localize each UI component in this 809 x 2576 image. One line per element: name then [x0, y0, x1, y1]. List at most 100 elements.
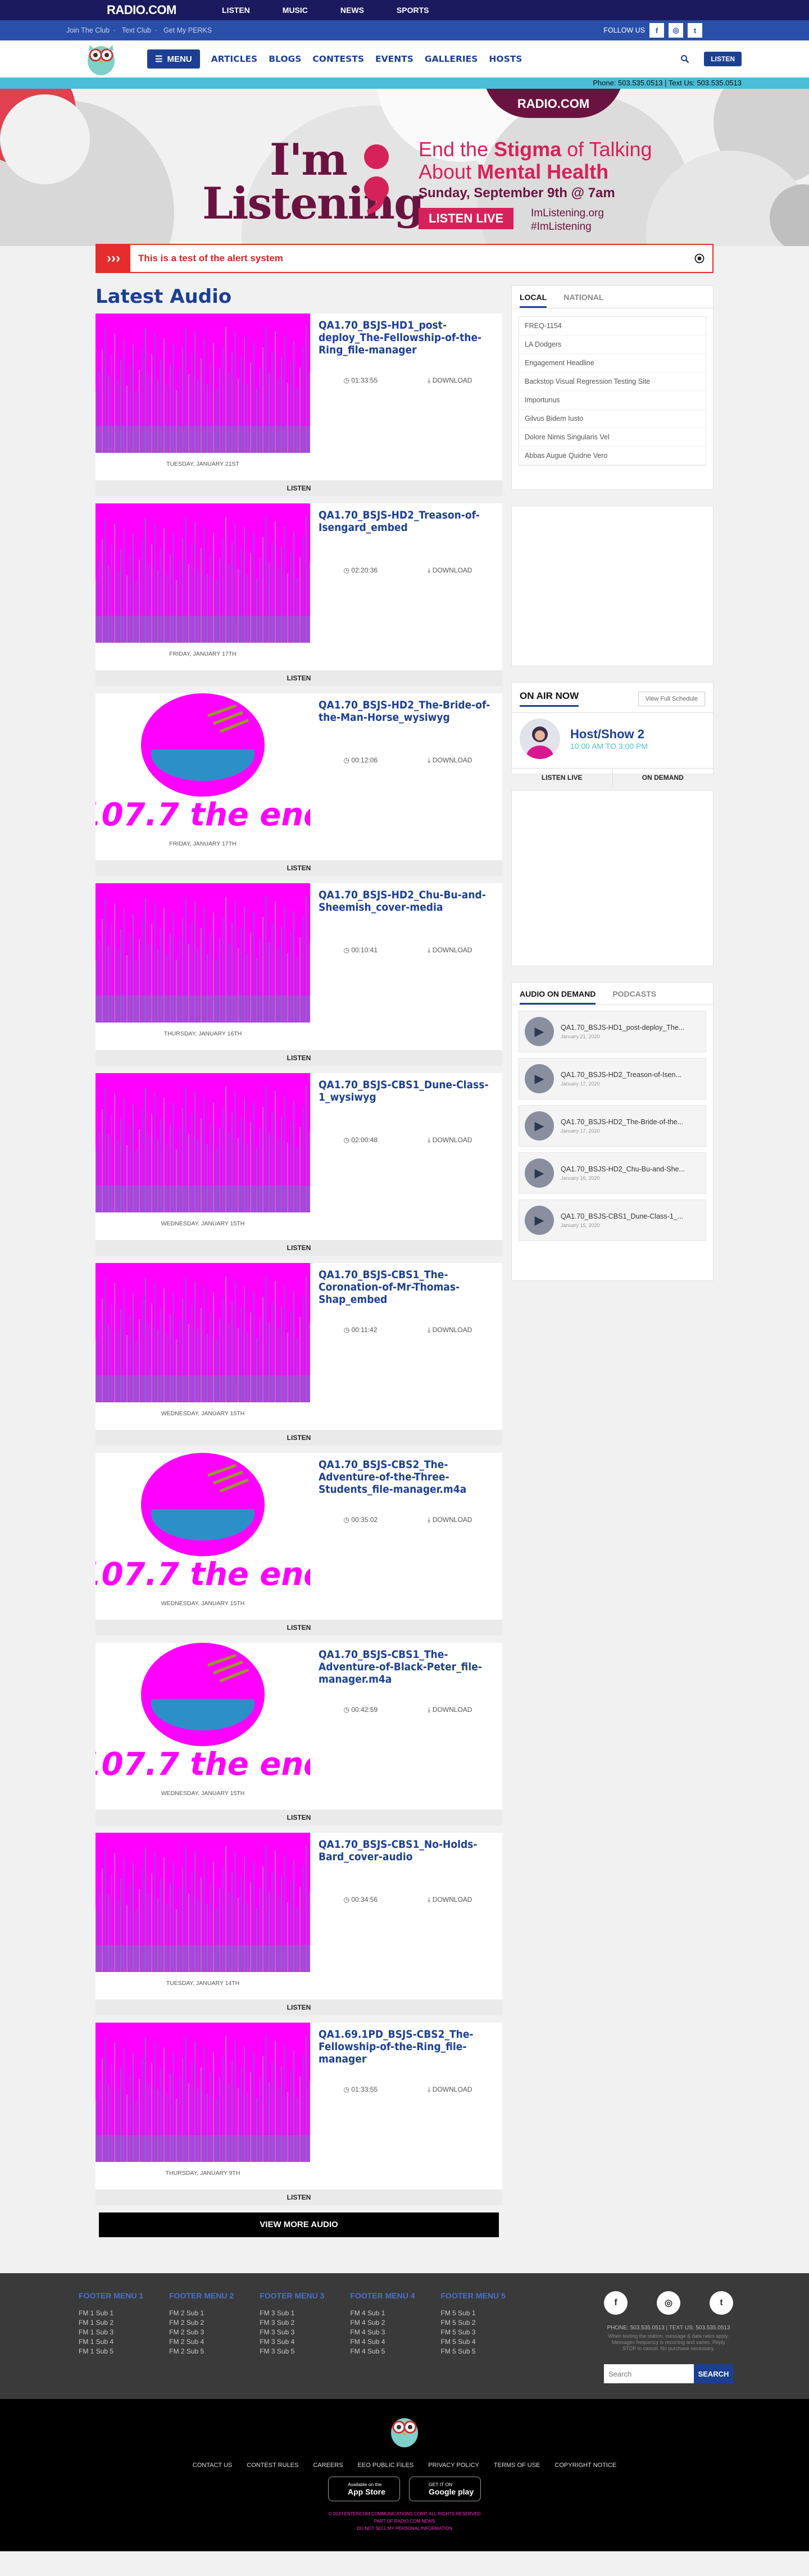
instagram-icon[interactable]: ◎ [657, 2291, 680, 2315]
nav-hosts[interactable]: HOSTS [489, 54, 522, 64]
footer-menu-item[interactable]: FM 1 Sub 4 [79, 2337, 143, 2347]
audio-thumbnail[interactable] [96, 503, 310, 643]
facebook-icon[interactable]: f [604, 2291, 628, 2315]
radio-com-logo[interactable]: RADIO.COM [107, 3, 222, 17]
download-link[interactable]: ⤓ DOWNLOAD [428, 1516, 472, 1524]
audio-card[interactable]: FRIDAY, JANUARY 17TH QA1.70_BSJS-HD2_Trea… [96, 503, 502, 686]
menu-button[interactable]: ☰ MENU [147, 49, 200, 69]
download-link[interactable]: ⤓ DOWNLOAD [428, 1326, 472, 1334]
top-nav-listen[interactable]: LISTEN [222, 6, 250, 15]
text-club-link[interactable]: Text Club [122, 26, 151, 34]
footer-menu-heading[interactable]: FOOTER MENU 1 [79, 2291, 143, 2301]
play-icon[interactable]: ▶ [524, 1017, 554, 1046]
play-icon[interactable]: ▶ [524, 1064, 554, 1093]
download-link[interactable]: ⤓ DOWNLOAD [428, 756, 472, 765]
audio-thumbnail[interactable] [96, 1263, 310, 1402]
audio-title[interactable]: QA1.70_BSJS-HD2_The-Bride-of-the-Man-Hor… [319, 699, 497, 724]
footer-menu-item[interactable]: FM 2 Sub 5 [169, 2347, 234, 2356]
tab-audio-on-demand[interactable]: AUDIO ON DEMAND [519, 989, 596, 1005]
on-air-show[interactable]: Host/Show 2 10:00 AM TO 3:00 PM [512, 713, 713, 765]
audio-card[interactable]: WEDNESDAY, JANUARY 15TH QA1.70_BSJS-CBS1_… [96, 1073, 502, 1256]
nav-events[interactable]: EVENTS [375, 54, 413, 64]
audio-thumbnail[interactable] [96, 2023, 310, 2162]
audio-title[interactable]: QA1.70_BSJS-HD1_post-deploy_The-Fellowsh… [319, 319, 497, 356]
audio-thumbnail[interactable]: 107.7 the end [96, 693, 310, 833]
footer-menu-item[interactable]: FM 1 Sub 3 [79, 2328, 143, 2337]
trending-item[interactable]: Dolore Nimis Singularis Vel [519, 428, 706, 447]
audio-title[interactable]: QA1.70_BSJS-CBS2_The-Adventure-of-the-Th… [319, 1459, 497, 1496]
footer-search-button[interactable]: SEARCH [694, 2364, 733, 2383]
contact-us-link[interactable]: CONTACT US [193, 2462, 233, 2469]
trending-item[interactable]: Backstop Visual Regression Testing Site [519, 372, 706, 391]
play-icon[interactable]: ▶ [524, 1111, 554, 1141]
nav-blogs[interactable]: BLOGS [269, 54, 301, 64]
footer-menu-item[interactable]: FM 1 Sub 5 [79, 2347, 143, 2356]
search-icon[interactable] [680, 54, 689, 63]
audio-card[interactable]: TUESDAY, JANUARY 14TH QA1.70_BSJS-CBS1_No… [96, 1833, 502, 2015]
listen-button[interactable]: LISTEN [96, 1810, 502, 1825]
eeo-link[interactable]: EEO PUBLIC FILES [358, 2462, 414, 2469]
footer-menu-item[interactable]: FM 5 Sub 2 [441, 2318, 506, 2328]
twitter-icon[interactable]: t [688, 23, 702, 38]
aod-item[interactable]: ▶ QA1.70_BSJS-CBS1_Dune-Class-1_... Januar… [518, 1200, 706, 1241]
audio-thumbnail[interactable] [96, 314, 310, 453]
listen-button[interactable]: LISTEN [96, 670, 502, 686]
view-schedule-button[interactable]: View Full Schedule [638, 691, 705, 706]
footer-menu-heading[interactable]: FOOTER MENU 5 [441, 2291, 506, 2301]
aod-title[interactable]: QA1.70_BSJS-CBS1_Dune-Class-1_... [561, 1212, 683, 1220]
audio-title[interactable]: QA1.70_BSJS-HD2_Treason-of-Isengard_embe… [319, 509, 497, 534]
footer-menu-item[interactable]: FM 2 Sub 1 [169, 2309, 234, 2318]
footer-menu-item[interactable]: FM 5 Sub 5 [441, 2347, 506, 2356]
footer-menu-item[interactable]: FM 4 Sub 3 [350, 2328, 415, 2337]
footer-menu-item[interactable]: FM 4 Sub 5 [350, 2347, 415, 2356]
listen-button[interactable]: LISTEN [96, 1620, 502, 1635]
download-link[interactable]: ⤓ DOWNLOAD [428, 566, 472, 575]
audio-card[interactable]: 107.7 the end WEDNESDAY, JANUARY 15TH QA1.… [96, 1643, 502, 1825]
audio-title[interactable]: QA1.70_BSJS-CBS1_No-Holds-Bard_cover-aud… [319, 1838, 497, 1863]
nav-articles[interactable]: ARTICLES [211, 54, 258, 64]
aod-title[interactable]: QA1.70_BSJS-HD2_The-Bride-of-the... [561, 1118, 683, 1126]
footer-menu-heading[interactable]: FOOTER MENU 3 [260, 2291, 324, 2301]
footer-menu-item[interactable]: FM 5 Sub 4 [441, 2337, 506, 2347]
hero-site-url[interactable]: ImListening.org [531, 207, 604, 220]
on-demand-button[interactable]: ON DEMAND [613, 769, 713, 787]
listen-button[interactable]: LISTEN [96, 1430, 502, 1446]
footer-menu-item[interactable]: FM 4 Sub 2 [350, 2318, 415, 2328]
aod-item[interactable]: ▶ QA1.70_BSJS-HD2_Treason-of-Isen... Janua… [518, 1058, 706, 1100]
footer-search-input[interactable] [604, 2364, 694, 2383]
footer-menu-item[interactable]: FM 1 Sub 1 [79, 2309, 143, 2318]
download-link[interactable]: ⤓ DOWNLOAD [428, 376, 472, 385]
listen-button[interactable]: LISTEN [704, 52, 742, 66]
trending-item[interactable]: LA Dodgers [519, 335, 706, 354]
aod-title[interactable]: QA1.70_BSJS-HD2_Chu-Bu-and-She... [561, 1165, 685, 1173]
show-name[interactable]: Host/Show 2 [570, 727, 648, 742]
google-play-badge[interactable]: GET IT ON Google play [409, 2477, 481, 2501]
tab-podcasts[interactable]: PODCASTS [612, 989, 656, 1005]
audio-thumbnail[interactable] [96, 1073, 310, 1212]
audio-title[interactable]: QA1.70_BSJS-CBS1_The-Adventure-of-Black-… [319, 1648, 497, 1685]
trending-item[interactable]: FREQ-1154 [519, 317, 706, 335]
download-link[interactable]: ⤓ DOWNLOAD [428, 1706, 472, 1714]
footer-menu-heading[interactable]: FOOTER MENU 4 [350, 2291, 415, 2301]
trending-item[interactable]: Abbas Augue Quidne Vero [519, 447, 706, 465]
audio-title[interactable]: QA1.69.1PD_BSJS-CBS2_The-Fellowship-of-t… [319, 2028, 497, 2065]
instagram-icon[interactable]: ◎ [669, 23, 683, 38]
listen-button[interactable]: LISTEN [96, 2189, 502, 2205]
view-more-audio-button[interactable]: VIEW MORE AUDIO [99, 2212, 499, 2237]
footer-menu-item[interactable]: FM 4 Sub 1 [350, 2309, 415, 2318]
listen-button[interactable]: LISTEN [96, 1240, 502, 1256]
download-link[interactable]: ⤓ DOWNLOAD [428, 1896, 472, 1904]
terms-link[interactable]: TERMS OF USE [494, 2462, 540, 2469]
listen-button[interactable]: LISTEN [96, 1050, 502, 1066]
footer-menu-heading[interactable]: FOOTER MENU 2 [169, 2291, 234, 2301]
footer-menu-item[interactable]: FM 1 Sub 2 [79, 2318, 143, 2328]
audio-thumbnail[interactable]: 107.7 the end [96, 1643, 310, 1782]
top-nav-sports[interactable]: SPORTS [397, 6, 429, 15]
footer-menu-item[interactable]: FM 2 Sub 3 [169, 2328, 234, 2337]
trending-item[interactable]: Gilvus Bidem Iusto [519, 410, 706, 428]
aod-item[interactable]: ▶ QA1.70_BSJS-HD2_The-Bride-of-the... Janu… [518, 1105, 706, 1147]
audio-title[interactable]: QA1.70_BSJS-CBS1_The-Coronation-of-Mr-Th… [319, 1269, 497, 1306]
audio-card[interactable]: THURSDAY, JANUARY 16TH QA1.70_BSJS-HD2_Ch… [96, 883, 502, 1066]
station-mascot-icon[interactable] [83, 37, 119, 78]
download-link[interactable]: ⤓ DOWNLOAD [428, 2086, 472, 2094]
